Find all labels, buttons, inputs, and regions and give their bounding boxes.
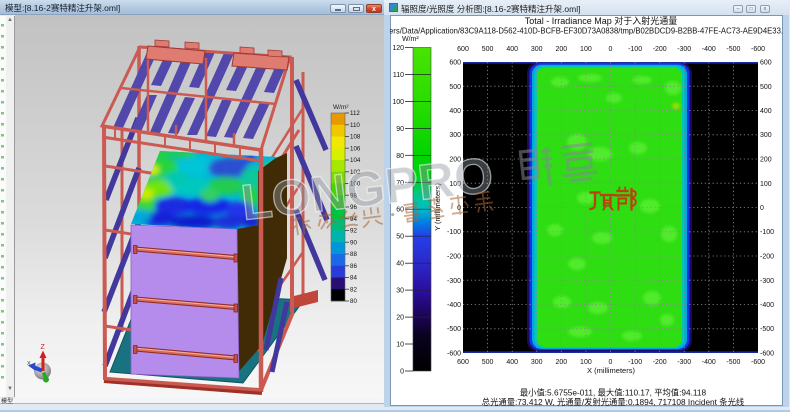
svg-text:80: 80 [350, 298, 357, 305]
svg-text:-600: -600 [751, 359, 765, 366]
svg-text:Y (millimeters): Y (millimeters) [433, 183, 442, 231]
svg-text:-500: -500 [447, 326, 461, 333]
svg-text:110: 110 [350, 122, 360, 129]
svg-text:90: 90 [350, 239, 357, 246]
svg-text:-400: -400 [702, 359, 716, 366]
svg-text:104: 104 [350, 157, 361, 164]
svg-text:-100: -100 [628, 46, 642, 53]
svg-text:300: 300 [449, 132, 461, 139]
svg-text:-500: -500 [726, 359, 740, 366]
svg-text:10: 10 [396, 342, 404, 349]
svg-text:110: 110 [393, 72, 404, 79]
svg-text:-400: -400 [702, 46, 716, 53]
svg-text:40: 40 [396, 261, 404, 268]
svg-text:92: 92 [350, 228, 357, 235]
svg-text:0: 0 [457, 205, 461, 212]
svg-text:84: 84 [350, 275, 357, 282]
svg-text:-200: -200 [447, 254, 461, 261]
svg-text:0: 0 [609, 359, 613, 366]
svg-text:500: 500 [482, 359, 494, 366]
svg-text:500: 500 [449, 84, 461, 91]
svg-text:98: 98 [350, 192, 357, 199]
svg-text:20: 20 [396, 315, 404, 322]
svg-text:100: 100 [449, 181, 461, 188]
svg-text:0: 0 [400, 369, 404, 376]
svg-text:-100: -100 [760, 229, 774, 236]
svg-text:0: 0 [760, 205, 764, 212]
svg-text:500: 500 [482, 46, 494, 53]
svg-text:400: 400 [760, 108, 772, 115]
svg-text:82: 82 [350, 286, 357, 293]
svg-text:100: 100 [580, 359, 592, 366]
svg-text:-400: -400 [760, 302, 774, 309]
svg-text:-300: -300 [447, 278, 461, 285]
svg-text:-200: -200 [760, 254, 774, 261]
svg-text:-500: -500 [726, 46, 740, 53]
svg-text:-300: -300 [677, 359, 691, 366]
svg-text:200: 200 [449, 157, 461, 164]
svg-text:W/m²: W/m² [333, 104, 349, 111]
svg-text:X: X [27, 361, 31, 367]
svg-text:-200: -200 [653, 46, 667, 53]
svg-text:-600: -600 [751, 46, 765, 53]
svg-text:88: 88 [350, 251, 357, 258]
svg-text:100: 100 [350, 181, 361, 188]
svg-text:600: 600 [760, 60, 772, 67]
svg-text:400: 400 [506, 46, 518, 53]
svg-text:400: 400 [506, 359, 518, 366]
svg-text:94: 94 [350, 216, 357, 223]
svg-text:-500: -500 [760, 326, 774, 333]
svg-text:200: 200 [760, 157, 772, 164]
svg-text:总光通量:73.412 W, 光通量/发射光通量:0.189: 总光通量:73.412 W, 光通量/发射光通量:0.1894, 717108 … [482, 397, 744, 406]
svg-text:120: 120 [392, 45, 404, 52]
svg-text:0: 0 [609, 46, 613, 53]
svg-text:108: 108 [350, 134, 361, 141]
svg-text:400: 400 [449, 108, 461, 115]
svg-text:-600: -600 [447, 351, 461, 358]
svg-text:-100: -100 [447, 229, 461, 236]
svg-text:100: 100 [760, 181, 772, 188]
svg-text:-200: -200 [653, 359, 667, 366]
svg-text:W/m²: W/m² [402, 36, 419, 43]
svg-text:-400: -400 [447, 302, 461, 309]
svg-text:106: 106 [350, 145, 361, 152]
svg-text:80: 80 [396, 153, 404, 160]
svg-text:X (millimeters): X (millimeters) [587, 366, 635, 375]
svg-text:500: 500 [760, 84, 772, 91]
svg-text:600: 600 [457, 46, 469, 53]
svg-text:300: 300 [531, 359, 543, 366]
svg-text:100: 100 [392, 99, 404, 106]
svg-text:200: 200 [555, 359, 567, 366]
svg-text:96: 96 [350, 204, 357, 211]
svg-text:102: 102 [350, 169, 361, 176]
svg-text:600: 600 [449, 60, 461, 67]
svg-text:-300: -300 [760, 278, 774, 285]
svg-text:Z: Z [41, 344, 46, 351]
svg-text:300: 300 [531, 46, 543, 53]
svg-text:-600: -600 [760, 351, 774, 358]
svg-text:200: 200 [555, 46, 567, 53]
svg-text:86: 86 [350, 263, 357, 270]
svg-text:112: 112 [350, 110, 360, 117]
svg-text:-300: -300 [677, 46, 691, 53]
svg-text:-100: -100 [628, 359, 642, 366]
svg-text:300: 300 [760, 132, 772, 139]
svg-text:ers/Data/Application/83C9A118-: ers/Data/Application/83C9A118-D562-410D-… [390, 26, 783, 36]
svg-text:100: 100 [580, 46, 592, 53]
svg-text:Total - Irradiance Map 对于入射光通量: Total - Irradiance Map 对于入射光通量 [525, 15, 678, 26]
svg-text:70: 70 [396, 180, 404, 187]
svg-text:50: 50 [396, 234, 404, 241]
svg-text:90: 90 [396, 126, 404, 133]
svg-text:600: 600 [457, 359, 469, 366]
svg-text:60: 60 [396, 207, 404, 214]
svg-text:30: 30 [396, 288, 404, 295]
